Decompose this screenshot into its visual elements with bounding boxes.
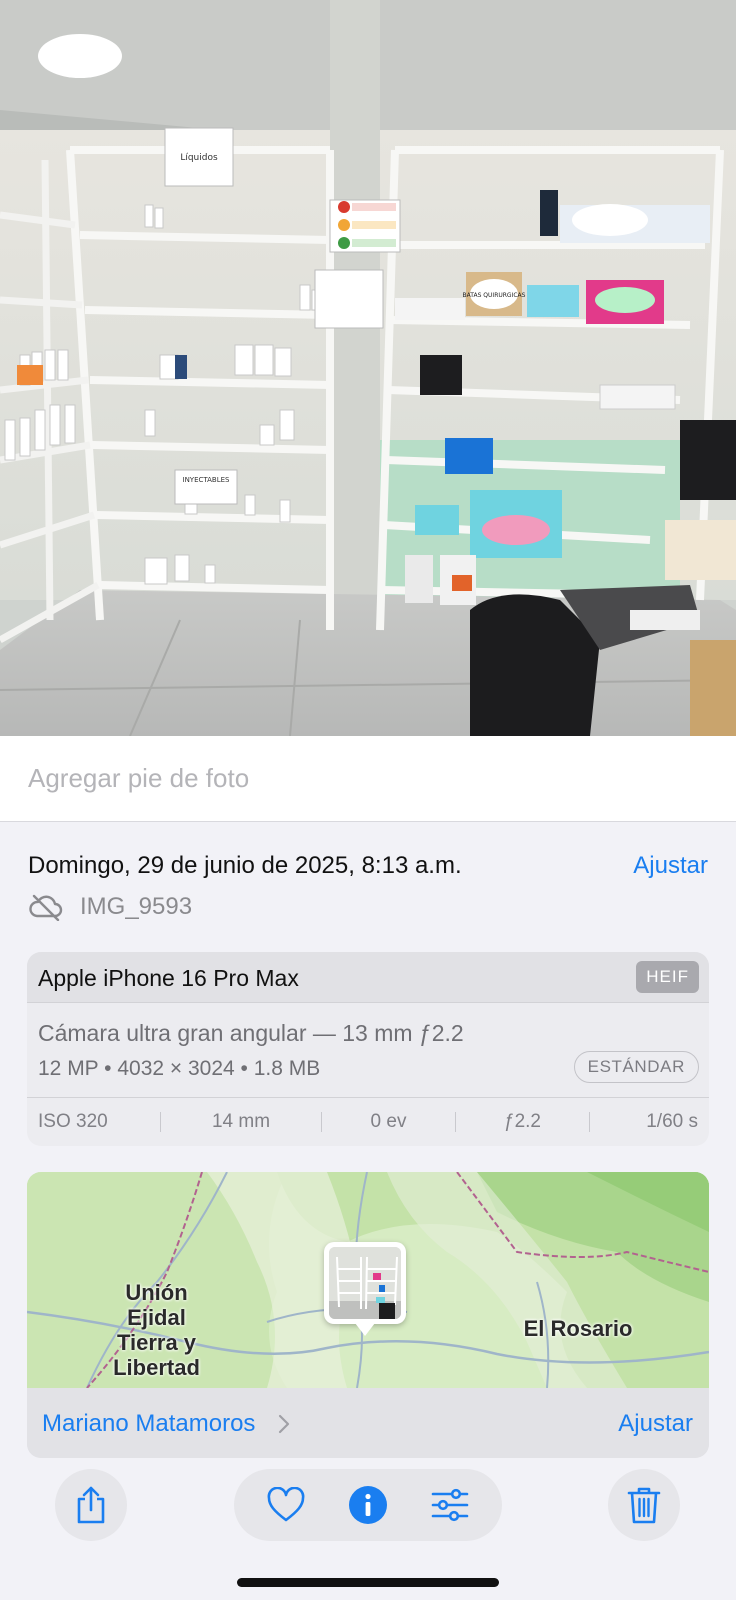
info-button[interactable] [332,1469,404,1541]
exif-aperture: ƒ2.2 [504,1111,541,1132]
map-label-line: Unión [125,1280,188,1305]
adjust-date-button[interactable]: Ajustar [633,852,708,880]
exif-focal-length: 14 mm [211,1111,271,1132]
map-label-line: Tierra y [116,1330,197,1355]
share-icon [77,1486,105,1524]
pin-thumbnail [329,1247,401,1319]
photo-info-screen: Líquidos INYECTABLES BATAS QUIRURGICAS A… [0,0,736,1600]
heart-icon [267,1487,305,1522]
share-button[interactable] [55,1469,127,1541]
mode-badge: ESTÁNDAR [573,1051,699,1083]
storage-room-photo: Líquidos INYECTABLES BATAS QUIRURGICAS [0,0,736,736]
device-row: Apple iPhone 16 Pro Max HEIF [27,952,709,1003]
map-label-union-ejidal: Unión Ejidal Tierra y Libertad [109,1280,204,1380]
sign-batas: BATAS QUIRURGICAS [463,292,526,299]
icloud-slash-icon [29,894,63,921]
location-name-link[interactable]: Mariano Matamoros [42,1410,255,1438]
delete-button[interactable] [608,1469,680,1541]
exif-shutter-speed: 1/60 s [646,1111,698,1132]
info-icon [349,1486,387,1524]
map-label-line: Libertad [113,1355,200,1380]
map-label-el-rosario: El Rosario [523,1316,633,1341]
caption-bar [0,736,736,822]
image-specs: 12 MP • 4032 × 3024 • 1.8 MB [38,1057,321,1080]
chevron-right-icon [278,1414,290,1434]
camera-info-card: Apple iPhone 16 Pro Max HEIF Cámara ultr… [27,952,709,1146]
edit-button[interactable] [414,1469,486,1541]
thumbnail-image [329,1247,401,1319]
sign-inyectables: INYECTABLES [183,476,231,484]
capture-date: Domingo, 29 de junio de 2025, 8:13 a.m. [28,852,462,879]
toolbar-center-group [234,1469,502,1541]
lens-info: Cámara ultra gran angular — 13 mm ƒ2.2 [38,1020,464,1046]
adjust-location-button[interactable]: Ajustar [618,1410,693,1438]
caption-input[interactable] [28,760,708,796]
map-label-line: Ejidal [127,1305,186,1330]
photo-location-pin[interactable] [324,1242,406,1336]
map-view[interactable]: Unión Ejidal Tierra y Libertad El Rosari… [27,1172,709,1389]
exif-exposure-value: 0 ev [370,1111,407,1132]
location-card: Unión Ejidal Tierra y Libertad El Rosari… [27,1172,709,1458]
favorite-button[interactable] [250,1469,322,1541]
device-name: Apple iPhone 16 Pro Max [38,965,299,991]
sign-liquidos: Líquidos [180,153,218,163]
exif-iso: ISO 320 [38,1111,108,1132]
exif-row: ISO 320 14 mm 0 ev ƒ2.2 1/60 s [27,1097,709,1146]
format-badge: HEIF [636,961,699,993]
home-indicator[interactable] [237,1578,499,1587]
sliders-icon [431,1488,469,1522]
location-row: Mariano Matamoros Ajustar [27,1388,709,1458]
file-name: IMG_9593 [80,893,193,920]
trash-icon [627,1487,661,1524]
photo-view[interactable]: Líquidos INYECTABLES BATAS QUIRURGICAS [0,0,736,736]
